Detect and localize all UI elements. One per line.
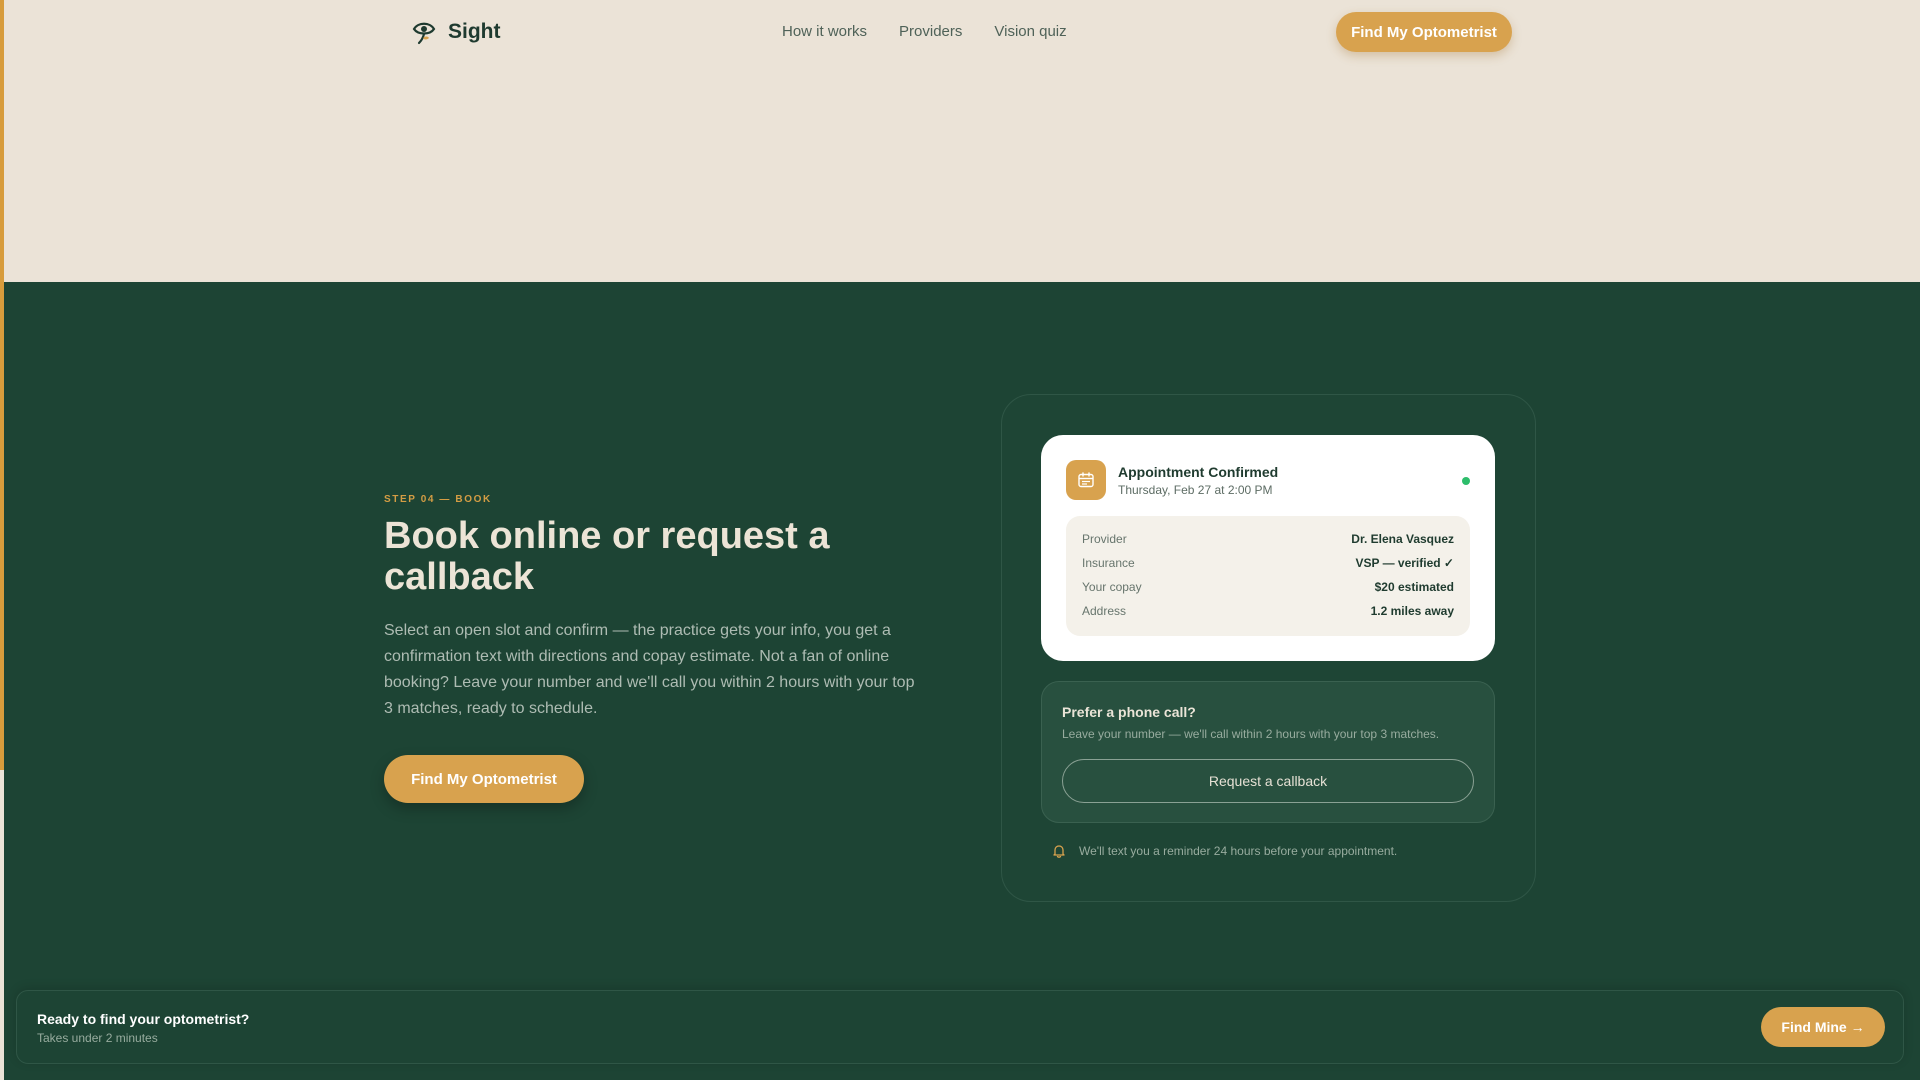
detail-row-provider: Provider Dr. Elena Vasquez bbox=[1082, 527, 1454, 551]
detail-row-address: Address 1.2 miles away bbox=[1082, 599, 1454, 623]
header-find-optometrist-button[interactable]: Find My Optometrist bbox=[1336, 12, 1512, 52]
find-optometrist-button[interactable]: Find My Optometrist bbox=[384, 755, 584, 803]
detail-label: Provider bbox=[1082, 532, 1127, 546]
bell-icon bbox=[1053, 845, 1065, 858]
brand-logo[interactable]: Sight bbox=[410, 18, 501, 46]
detail-label: Your copay bbox=[1082, 580, 1142, 594]
phone-call-subtitle: Leave your number — we'll call within 2 … bbox=[1062, 727, 1440, 741]
booking-section bbox=[4, 282, 1920, 1080]
appointment-card: Appointment Confirmed Thursday, Feb 27 a… bbox=[1041, 435, 1495, 661]
detail-value: Dr. Elena Vasquez bbox=[1351, 532, 1454, 546]
sticky-cta-bar: Ready to find your optometrist? Takes un… bbox=[16, 990, 1904, 1064]
brand-name: Sight bbox=[448, 20, 501, 43]
step-label: STEP 04 — BOOK bbox=[384, 494, 492, 505]
find-mine-button[interactable]: Find Mine → bbox=[1761, 1007, 1885, 1047]
reminder-note: We'll text you a reminder 24 hours befor… bbox=[1051, 843, 1397, 859]
cta-bar-title: Ready to find your optometrist? bbox=[37, 1011, 250, 1027]
site-header: Sight How it works Providers Vision quiz… bbox=[0, 0, 1920, 64]
main-nav: How it works Providers Vision quiz bbox=[782, 23, 1067, 40]
phone-call-title: Prefer a phone call? bbox=[1062, 704, 1196, 720]
detail-row-insurance: Insurance VSP — verified ✓ bbox=[1082, 551, 1454, 575]
detail-label: Insurance bbox=[1082, 556, 1135, 570]
nav-link-how-it-works[interactable]: How it works bbox=[782, 23, 867, 40]
appointment-details: Provider Dr. Elena Vasquez Insurance VSP… bbox=[1066, 516, 1470, 636]
confirmed-status-dot bbox=[1462, 477, 1470, 485]
detail-value: VSP — verified ✓ bbox=[1355, 556, 1454, 570]
appointment-datetime: Thursday, Feb 27 at 2:00 PM bbox=[1118, 483, 1273, 497]
nav-link-providers[interactable]: Providers bbox=[899, 23, 962, 40]
section-headline: Book online or request a callback bbox=[384, 515, 830, 598]
detail-value: $20 estimated bbox=[1374, 580, 1454, 594]
detail-value: 1.2 miles away bbox=[1370, 604, 1454, 618]
detail-label: Address bbox=[1082, 604, 1127, 618]
detail-row-copay: Your copay $20 estimated bbox=[1082, 575, 1454, 599]
section-body: Select an open slot and confirm — the pr… bbox=[384, 622, 915, 717]
reminder-text: We'll text you a reminder 24 hours befor… bbox=[1079, 844, 1398, 858]
eye-sprout-icon bbox=[412, 22, 436, 45]
request-callback-button[interactable]: Request a callback bbox=[1062, 759, 1474, 803]
appointment-title: Appointment Confirmed bbox=[1118, 464, 1279, 480]
nav-link-vision-quiz[interactable]: Vision quiz bbox=[994, 23, 1066, 40]
calendar-icon bbox=[1066, 460, 1106, 500]
phone-call-card: Prefer a phone call? Leave your number —… bbox=[1041, 681, 1495, 823]
cta-bar-subtitle: Takes under 2 minutes bbox=[37, 1031, 158, 1045]
